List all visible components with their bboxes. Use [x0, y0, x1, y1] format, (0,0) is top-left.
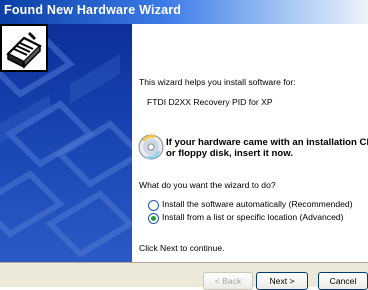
next-button[interactable]: Next >: [256, 272, 308, 290]
title-bar[interactable]: Found New Hardware Wizard: [0, 0, 368, 24]
radio-install-from-list[interactable]: [148, 213, 159, 224]
button-bar: [0, 262, 368, 287]
wizard-question: What do you want the wizard to do?: [139, 180, 276, 190]
cancel-button[interactable]: Cancel: [318, 272, 368, 290]
hardware-icon: [0, 24, 48, 72]
cd-notice-line2: or floppy disk, insert it now.: [166, 148, 294, 159]
device-name: FTDI D2XX Recovery PID for XP: [147, 97, 273, 107]
intro-text: This wizard helps you install software f…: [139, 77, 296, 87]
wizard-side-panel: [0, 24, 132, 262]
cd-icon: [138, 134, 164, 160]
window-title: Found New Hardware Wizard: [4, 3, 182, 17]
radio-selected-dot: [151, 216, 156, 221]
cd-notice-line1: If your hardware came with an installati…: [166, 137, 368, 148]
option-install-automatically-label[interactable]: Install the software automatically (Reco…: [162, 199, 353, 209]
radio-install-automatically[interactable]: [148, 200, 159, 211]
continue-text: Click Next to continue.: [139, 243, 225, 253]
back-button[interactable]: < Back: [203, 272, 253, 290]
option-install-from-list-label[interactable]: Install from a list or specific location…: [162, 212, 344, 222]
